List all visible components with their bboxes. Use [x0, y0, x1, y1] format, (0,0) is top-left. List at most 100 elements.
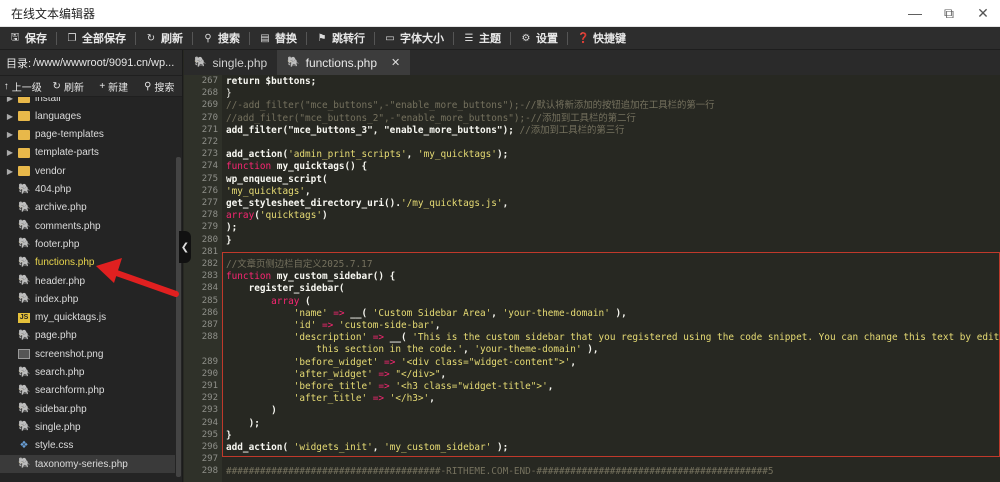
file-item-single-php[interactable]: 🐘 single.php: [0, 418, 175, 436]
code-line[interactable]: );: [226, 418, 260, 430]
code-line[interactable]: 'name' => __( 'Custom Sidebar Area', 'yo…: [226, 308, 627, 320]
code-line[interactable]: 'before_widget' => '<div class="widget-c…: [226, 357, 576, 369]
file-item-searchform-php[interactable]: 🐘 searchform.php: [0, 382, 175, 400]
sidebar-button-1[interactable]: ↻ 刷新: [46, 79, 92, 94]
file-item-screenshot-png[interactable]: screenshot.png: [0, 345, 175, 363]
file-list: ▶ install ▶ languages ▶ page-templates ▶ templa…: [0, 97, 182, 482]
toolbar-button-7[interactable]: ☰ 主题: [454, 27, 510, 50]
code-token: 'my_custom_sidebar': [384, 442, 492, 453]
file-item-languages[interactable]: ▶ languages: [0, 107, 175, 125]
code-token: 'my_quicktags': [417, 149, 497, 161]
code-line[interactable]: //add_filter("mce_buttons_2",-"enable_mo…: [226, 113, 636, 125]
toolbar-button-2[interactable]: ↻ 刷新: [136, 27, 192, 50]
code-line[interactable]: array('quicktags'): [226, 210, 328, 222]
file-item-install[interactable]: ▶ install: [0, 97, 175, 107]
file-item-header-php[interactable]: 🐘 header.php: [0, 272, 175, 290]
sidebar-button-2[interactable]: + 新建: [91, 79, 137, 94]
toolbar-button-3[interactable]: ⚲ 搜索: [193, 27, 249, 50]
code-line[interactable]: 'description' => __( 'This is the custom…: [226, 332, 1000, 344]
toolbar-button-9[interactable]: ❓ 快捷键: [568, 27, 635, 50]
line-number: 274: [201, 161, 218, 172]
code-line[interactable]: this section in the code.', 'your-theme-…: [226, 344, 598, 356]
code-line[interactable]: 'my_quicktags',: [226, 186, 311, 198]
code-line[interactable]: register_sidebar(: [226, 283, 345, 295]
line-number: 288: [201, 332, 218, 343]
line-number: 289: [201, 356, 218, 367]
sidebar-button-0[interactable]: ↑ 上一级: [0, 79, 46, 94]
code-line[interactable]: return $buttons;: [226, 76, 316, 88]
window-title: 在线文本编辑器: [11, 6, 96, 21]
code-token: '/my_quicktags.js': [400, 198, 503, 209]
code-line[interactable]: ): [226, 405, 277, 417]
file-item-my_quicktags-js[interactable]: JS my_quicktags.js: [0, 309, 175, 327]
tab-functions-php[interactable]: 🐘 functions.php ✕: [277, 50, 411, 75]
tab-single-php[interactable]: 🐘 single.php: [184, 50, 278, 75]
file-item-search-php[interactable]: 🐘 search.php: [0, 364, 175, 382]
file-name: footer.php: [35, 238, 80, 250]
code-token: =>: [372, 381, 396, 392]
code-token: 'quicktags': [259, 210, 322, 222]
code-line[interactable]: function my_custom_sidebar() {: [226, 271, 395, 283]
file-item-functions-php[interactable]: 🐘 functions.php: [0, 254, 175, 272]
file-item-archive-php[interactable]: 🐘 archive.php: [0, 199, 175, 217]
close-icon[interactable]: ✕: [966, 0, 1000, 27]
sidebar-scrollbar[interactable]: [175, 97, 182, 482]
line-number: 277: [201, 198, 218, 208]
file-item-page-templates[interactable]: ▶ page-templates: [0, 126, 175, 144]
code-line[interactable]: array (: [226, 296, 311, 308]
code-line[interactable]: //-add_filter("mce_buttons",-"enable_mor…: [226, 100, 715, 112]
code-token: add_filter("mce_buttons_3", "enable_more…: [226, 124, 514, 136]
code-line[interactable]: }: [226, 430, 232, 442]
scrollbar-thumb[interactable]: [176, 157, 181, 477]
close-tab-icon[interactable]: ✕: [391, 56, 400, 69]
code-line[interactable]: add_action( 'widgets_init', 'my_custom_s…: [226, 442, 508, 454]
toolbar-button-0[interactable]: 🖫 保存: [0, 27, 56, 50]
collapse-sidebar-button[interactable]: ❮: [179, 231, 191, 263]
file-item-index-php[interactable]: 🐘 index.php: [0, 290, 175, 308]
minimize-icon[interactable]: —: [898, 0, 932, 27]
toolbar-button-8[interactable]: ⚙ 设置: [511, 27, 567, 50]
code-line[interactable]: );: [226, 222, 237, 234]
chevron-right-icon: ▶: [6, 111, 14, 121]
code-token: add_action(: [226, 442, 294, 453]
maximize-icon[interactable]: ⧉: [932, 0, 966, 27]
file-item-sidebar-php[interactable]: 🐘 sidebar.php: [0, 400, 175, 418]
code-token: array: [226, 210, 255, 222]
code-line[interactable]: 'after_widget' => "</div>",: [226, 369, 446, 381]
code-line[interactable]: add_filter("mce_buttons_3", "enable_more…: [226, 125, 625, 137]
sidebar-button-label: 新建: [108, 82, 129, 94]
code-line[interactable]: function my_quicktags() {: [226, 161, 367, 173]
code-line[interactable]: add_action('admin_print_scripts', 'my_qu…: [226, 149, 508, 161]
toolbar-button-5[interactable]: ⚑ 跳转行: [307, 27, 374, 50]
file-item-page-php[interactable]: 🐘 page.php: [0, 327, 175, 345]
js-file-icon: JS: [18, 312, 30, 323]
code-line[interactable]: }: [226, 235, 232, 247]
file-item-404-php[interactable]: 🐘 404.php: [0, 181, 175, 199]
code-line[interactable]: wp_enqueue_script(: [226, 174, 328, 186]
code-line[interactable]: //文章页侧边栏自定义2025.7.17: [226, 259, 372, 271]
code-editor[interactable]: 267 268 269 270 271 272 273 274 275 276 277 278 279 2…: [184, 75, 1000, 482]
toolbar-button-1[interactable]: ❐ 全部保存: [57, 27, 135, 50]
file-item-footer-php[interactable]: 🐘 footer.php: [0, 235, 175, 253]
sidebar-button-3[interactable]: ⚲ 搜索: [137, 79, 183, 94]
toolbar-button-4[interactable]: ▤ 替换: [250, 27, 306, 50]
file-item-template-parts[interactable]: ▶ template-parts: [0, 144, 175, 162]
line-number: 273: [201, 149, 218, 160]
window-titlebar: 在线文本编辑器 — ⧉ ✕: [0, 0, 1000, 27]
code-line[interactable]: 'after_title' => '</h3>',: [226, 393, 435, 405]
file-item-comments-php[interactable]: 🐘 comments.php: [0, 217, 175, 235]
file-item-vendor[interactable]: ▶ vendor: [0, 162, 175, 180]
code-token: //添加到工具栏的第三行: [513, 124, 625, 136]
file-item-style-css[interactable]: ❖ style.css: [0, 437, 175, 455]
toolbar-button-6[interactable]: ▭ 字体大小: [375, 27, 453, 50]
code-token: register_sidebar(: [226, 283, 345, 295]
code-line[interactable]: ######################################-R…: [226, 466, 774, 478]
line-number: 298: [201, 466, 218, 477]
code-line[interactable]: }: [226, 88, 232, 100]
path-value[interactable]: /www/wwwroot/9091.cn/wp...: [33, 57, 174, 69]
file-item-taxonomy-series-php[interactable]: 🐘 taxonomy-series.php: [0, 455, 175, 473]
code-line[interactable]: 'before_title' => '<h3 class="widget-tit…: [226, 381, 554, 393]
php-file-icon: 🐘: [18, 256, 31, 268]
code-line[interactable]: 'id' => 'custom-side-bar',: [226, 320, 441, 332]
code-line[interactable]: get_stylesheet_directory_uri().'/my_quic…: [226, 198, 508, 210]
